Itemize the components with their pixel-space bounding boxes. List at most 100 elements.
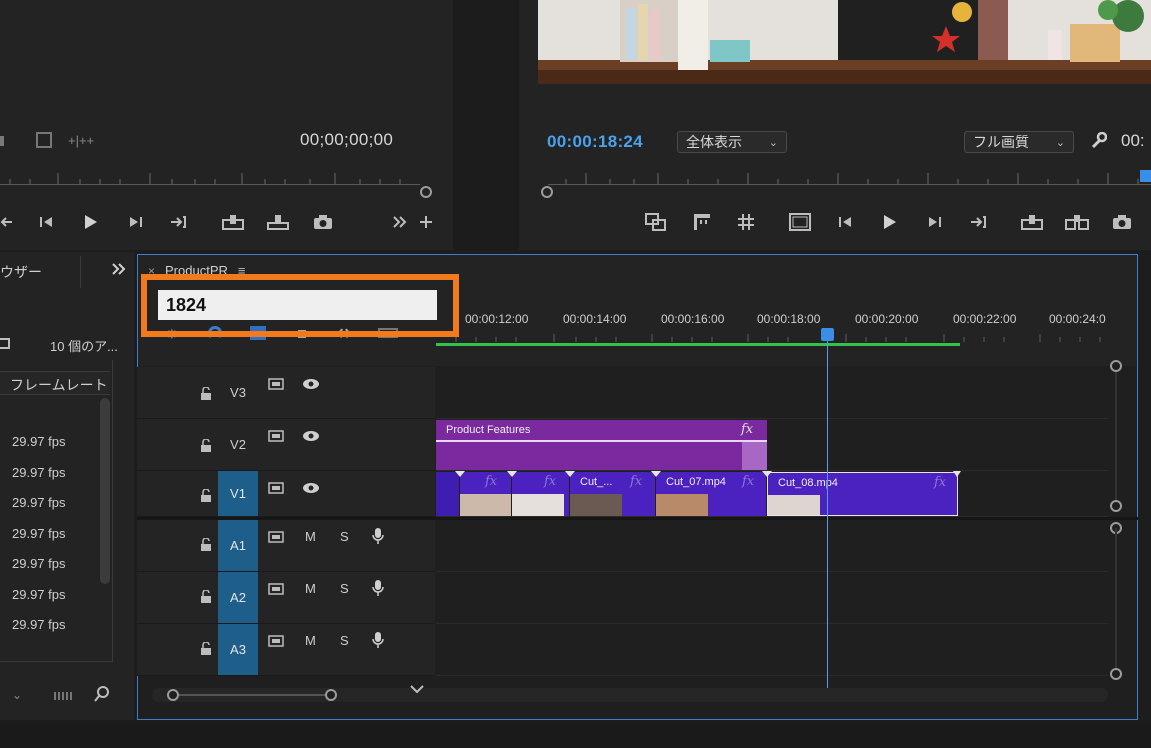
track-header-v2[interactable]: V2 (137, 419, 435, 471)
program-playhead[interactable] (1140, 170, 1151, 182)
mark-in-icon[interactable] (0, 210, 18, 234)
bin-icon[interactable] (0, 338, 10, 349)
more-controls-icon[interactable] (388, 210, 412, 234)
lock-icon[interactable] (200, 589, 212, 609)
scroll-handle-mid[interactable] (1110, 500, 1122, 512)
zoom-level-dropdown[interactable]: 全体表示 ⌄ (677, 131, 787, 153)
list-item[interactable]: 29.97 fps (12, 465, 66, 480)
safe-margins-icon[interactable] (788, 210, 812, 234)
waveform-icon[interactable]: +|++ (68, 133, 94, 148)
expand-tracks-icon[interactable] (410, 680, 424, 698)
extract-icon[interactable] (690, 210, 714, 234)
chevron-down-icon[interactable]: ⌄ (12, 688, 22, 702)
step-back-icon[interactable] (833, 210, 857, 234)
zoom-handle-left[interactable] (167, 689, 179, 701)
step-back-icon[interactable] (34, 210, 58, 234)
track-label-v2[interactable]: V2 (218, 419, 258, 470)
work-area-bar[interactable] (436, 343, 960, 346)
sync-lock-icon[interactable] (268, 481, 284, 499)
list-item[interactable]: 29.97 fps (12, 587, 66, 602)
audio-scroll-handle-bottom[interactable] (1110, 668, 1122, 680)
track-label-a1[interactable]: A1 (218, 520, 258, 571)
source-playhead-handle[interactable] (420, 186, 432, 198)
timeline-timecode-input[interactable] (158, 290, 437, 320)
frame-rate-column-header[interactable]: フレームレート (0, 371, 110, 395)
go-to-out-icon[interactable] (966, 210, 990, 234)
solo-button[interactable]: S (340, 529, 349, 544)
play-icon[interactable] (877, 210, 901, 234)
clip-end-handle[interactable] (742, 442, 767, 470)
eye-icon[interactable] (302, 377, 320, 395)
microphone-icon[interactable] (372, 579, 384, 602)
solo-button[interactable]: S (340, 581, 349, 596)
eye-icon[interactable] (302, 429, 320, 447)
track-header-v3[interactable]: V3 (137, 367, 435, 419)
program-ruler[interactable] (538, 170, 1151, 198)
timeline-ruler-ticks[interactable] (436, 328, 1108, 342)
zoom-handle-right[interactable] (325, 689, 337, 701)
lift-edit-icon[interactable] (1020, 210, 1044, 234)
microphone-icon[interactable] (372, 527, 384, 550)
track-label-a3[interactable]: A3 (218, 624, 258, 675)
list-item[interactable]: 29.97 fps (12, 556, 66, 571)
extract-edit-icon[interactable] (1065, 210, 1089, 234)
sync-lock-icon[interactable] (268, 429, 284, 447)
step-forward-icon[interactable] (923, 210, 947, 234)
lock-icon[interactable] (200, 386, 212, 406)
lock-icon[interactable] (200, 641, 212, 661)
program-timecode[interactable]: 00:00:18:24 (547, 132, 643, 152)
overwrite-icon[interactable] (266, 210, 290, 234)
timeline-vertical-scroll[interactable] (1110, 360, 1122, 680)
eye-icon[interactable] (302, 481, 320, 499)
mute-button[interactable]: M (305, 633, 316, 648)
scroll-handle-top[interactable] (1110, 360, 1122, 372)
playback-quality-dropdown[interactable]: フル画質 ⌄ (964, 131, 1074, 153)
track-header-a2[interactable]: A2 M S (137, 572, 435, 624)
mute-button[interactable]: M (305, 529, 316, 544)
mute-button[interactable]: M (305, 581, 316, 596)
track-header-a1[interactable]: A1 M S (137, 520, 435, 572)
lock-icon[interactable] (200, 438, 212, 458)
camera-icon[interactable] (311, 210, 335, 234)
zoom-slider-icon[interactable] (54, 689, 74, 701)
source-ruler[interactable] (0, 170, 433, 198)
wrench-icon[interactable] (1089, 131, 1108, 155)
program-in-handle[interactable] (541, 186, 553, 198)
add-button-icon[interactable] (414, 210, 438, 234)
play-icon[interactable] (78, 210, 102, 234)
project-list-scrollbar[interactable] (100, 398, 110, 584)
playhead-handle[interactable] (821, 328, 834, 341)
sync-lock-icon[interactable] (268, 634, 284, 652)
track-header-v1[interactable]: V1 (137, 471, 435, 517)
list-item[interactable]: 29.97 fps (12, 434, 66, 449)
graphic-clip[interactable]: Product Features fx (436, 420, 767, 470)
lift-icon[interactable] (644, 210, 668, 234)
sync-lock-icon[interactable] (268, 582, 284, 600)
insert-icon[interactable] (221, 210, 245, 234)
sync-lock-icon[interactable] (268, 530, 284, 548)
camera-icon[interactable] (1110, 210, 1134, 234)
list-item[interactable]: 29.97 fps (12, 526, 66, 541)
track-lane-v3[interactable] (436, 367, 1108, 419)
track-header-a3[interactable]: A3 M S (137, 624, 435, 676)
microphone-icon[interactable] (372, 631, 384, 654)
track-label-v1[interactable]: V1 (218, 471, 258, 516)
track-label-v3[interactable]: V3 (218, 367, 258, 418)
search-icon[interactable] (94, 686, 110, 707)
film-icon[interactable] (36, 132, 52, 148)
panel-overflow-icon[interactable] (111, 262, 127, 281)
track-lane-a2[interactable] (436, 572, 1108, 624)
go-to-out-icon[interactable] (166, 210, 190, 234)
step-forward-icon[interactable] (124, 210, 148, 234)
source-timecode[interactable]: 00;00;00;00 (300, 130, 393, 150)
lock-icon[interactable] (200, 488, 212, 508)
grid-icon[interactable] (734, 210, 758, 234)
track-lane-a1[interactable] (436, 520, 1108, 572)
panel-divider[interactable] (453, 0, 519, 250)
track-label-a2[interactable]: A2 (218, 572, 258, 623)
list-item[interactable]: 29.97 fps (12, 617, 66, 632)
sync-lock-icon[interactable] (268, 377, 284, 395)
track-lane-a3[interactable] (436, 624, 1108, 676)
timeline-horizontal-scrollbar[interactable] (152, 688, 1108, 702)
lock-icon[interactable] (200, 537, 212, 557)
